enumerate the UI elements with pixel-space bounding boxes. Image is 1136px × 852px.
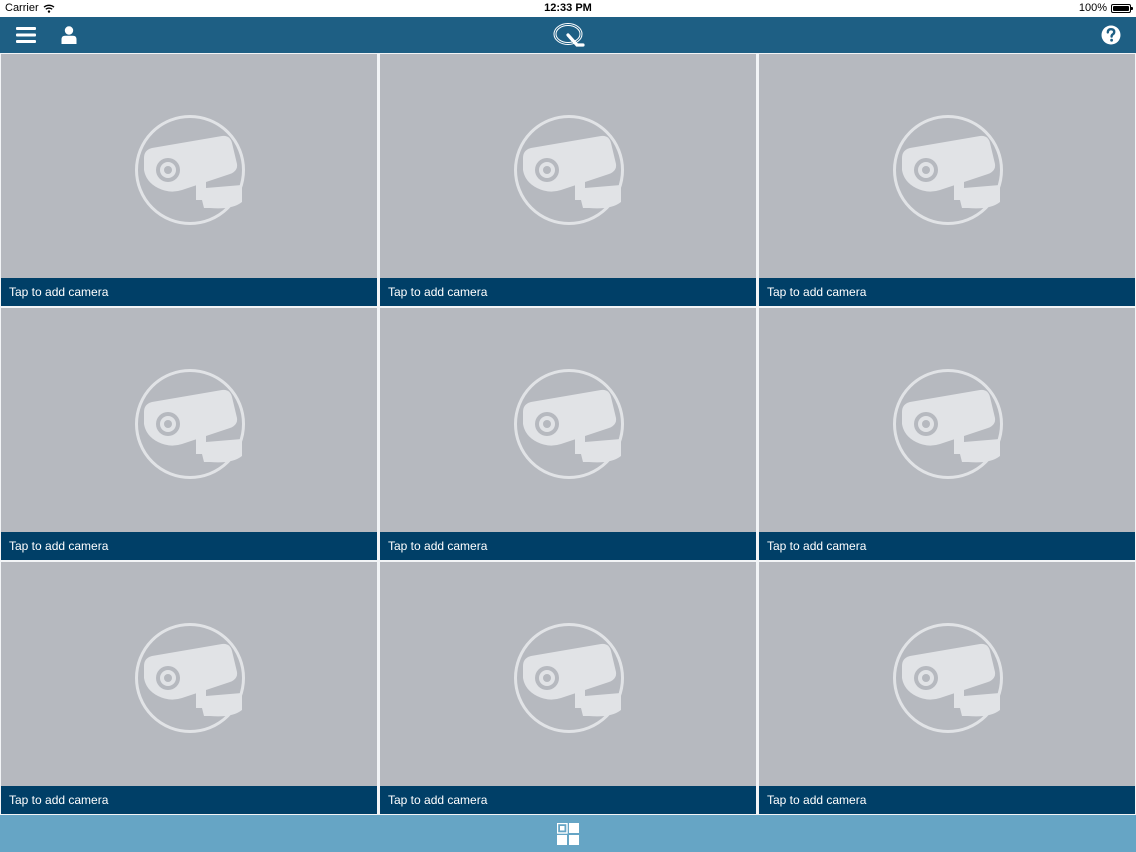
camera-slot-7[interactable]: Tap to add camera <box>1 562 377 814</box>
tap-to-add-camera-label: Tap to add camera <box>1 532 377 560</box>
camera-slot-5[interactable]: Tap to add camera <box>380 308 756 560</box>
camera-placeholder-icon <box>893 369 1003 479</box>
camera-slot-2[interactable]: Tap to add camera <box>380 54 756 306</box>
tap-to-add-camera-label: Tap to add camera <box>380 786 756 814</box>
tap-to-add-camera-label: Tap to add camera <box>380 278 756 306</box>
user-icon <box>61 26 77 44</box>
camera-placeholder-icon <box>135 115 245 225</box>
help-button[interactable] <box>1098 17 1124 53</box>
menu-button[interactable] <box>10 17 42 53</box>
status-bar: Carrier 12:33 PM 100% <box>0 0 1136 17</box>
tap-to-add-camera-label: Tap to add camera <box>1 786 377 814</box>
camera-placeholder-icon <box>514 369 624 479</box>
camera-slot-3[interactable]: Tap to add camera <box>759 54 1135 306</box>
tap-to-add-camera-label: Tap to add camera <box>1 278 377 306</box>
camera-placeholder-icon <box>514 115 624 225</box>
tap-to-add-camera-label: Tap to add camera <box>380 532 756 560</box>
hamburger-menu-icon <box>16 27 36 43</box>
camera-slot-1[interactable]: Tap to add camera <box>1 54 377 306</box>
battery-percent: 100% <box>1078 2 1107 14</box>
tap-to-add-camera-label: Tap to add camera <box>759 278 1135 306</box>
camera-placeholder-icon <box>893 623 1003 733</box>
camera-slot-9[interactable]: Tap to add camera <box>759 562 1135 814</box>
status-time: 12:33 PM <box>544 2 592 14</box>
help-question-icon <box>1101 25 1121 45</box>
camera-grid: Tap to add camera Tap to add camera Tap … <box>0 53 1136 815</box>
top-nav-bar <box>0 17 1136 53</box>
camera-placeholder-icon <box>514 623 624 733</box>
camera-slot-4[interactable]: Tap to add camera <box>1 308 377 560</box>
tap-to-add-camera-label: Tap to add camera <box>759 786 1135 814</box>
camera-placeholder-icon <box>135 623 245 733</box>
tap-to-add-camera-label: Tap to add camera <box>759 532 1135 560</box>
camera-slot-6[interactable]: Tap to add camera <box>759 308 1135 560</box>
user-account-button[interactable] <box>54 17 84 53</box>
battery-icon <box>1111 3 1133 13</box>
camera-placeholder-icon <box>135 369 245 479</box>
battery-indicator: 100% <box>1078 2 1133 14</box>
q-logo-icon <box>553 23 585 47</box>
camera-placeholder-icon <box>893 115 1003 225</box>
grid-layout-icon[interactable] <box>557 823 579 845</box>
bottom-toolbar <box>0 815 1136 852</box>
camera-slot-8[interactable]: Tap to add camera <box>380 562 756 814</box>
